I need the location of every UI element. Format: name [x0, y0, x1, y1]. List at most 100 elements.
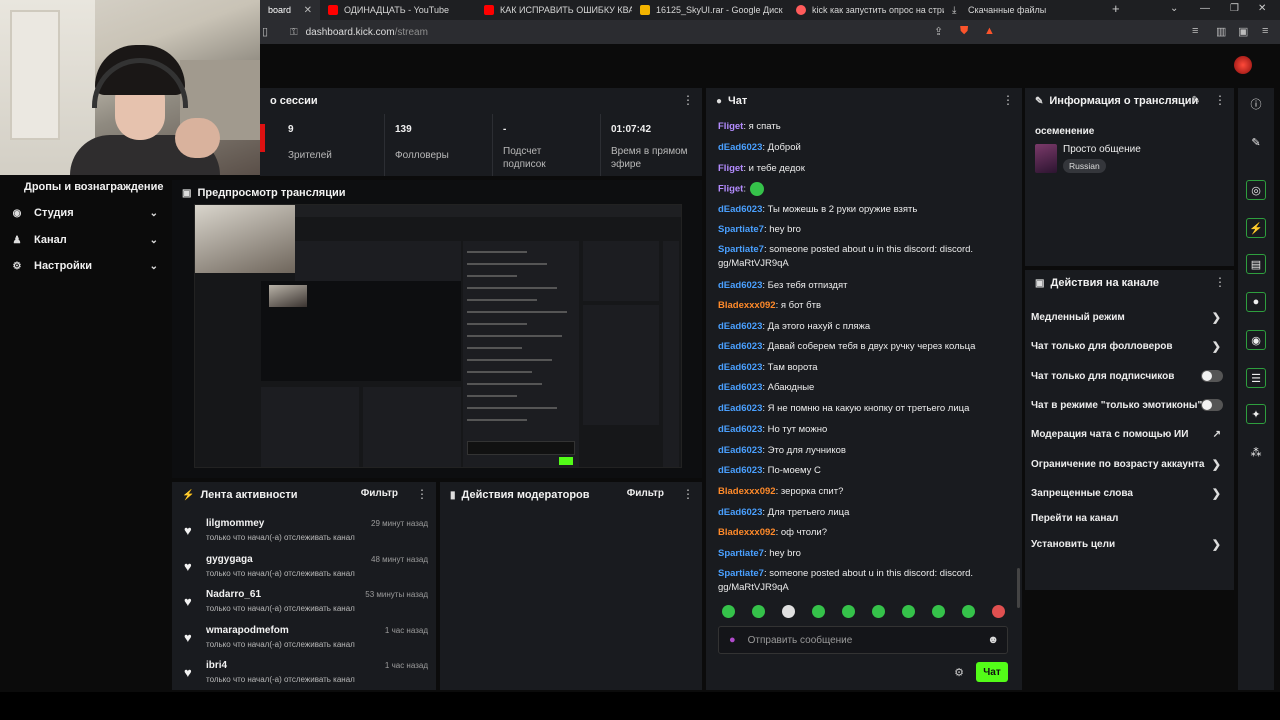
info-icon[interactable]: ⓘ	[1246, 94, 1266, 114]
sliders-icon[interactable]: ☰	[1246, 368, 1266, 388]
action-set-goals[interactable]: Установить цели ❯	[1031, 534, 1227, 554]
action-ai-moderation[interactable]: Модерация чата с помощью ИИ ↗	[1031, 424, 1227, 444]
nodes-icon[interactable]: ⁂	[1246, 442, 1266, 462]
restore-icon[interactable]: ❐	[1230, 3, 1239, 14]
more-options-icon[interactable]: ⋮	[1002, 94, 1014, 106]
chat-scrollbar[interactable]	[1017, 568, 1020, 608]
brave-rewards-icon[interactable]: ▲	[984, 25, 995, 37]
chat-username[interactable]: dEad6023	[718, 403, 762, 414]
lightning-icon[interactable]: ⚡	[1246, 218, 1266, 238]
tab-google-drive[interactable]: 16125_SkyUI.rar - Google Диск	[632, 0, 788, 20]
stream-preview-video[interactable]	[194, 204, 682, 468]
chat-input[interactable]: ● Отправить сообщение ☻	[718, 626, 1008, 654]
chat-username[interactable]: dEad6023	[718, 445, 762, 456]
more-options-icon[interactable]: ⋮	[416, 488, 428, 500]
tab-downloads[interactable]: ⤓ Скачанные файлы	[944, 0, 1100, 20]
chat-username[interactable]: Fliget	[718, 163, 743, 174]
minimize-icon[interactable]: —	[1200, 3, 1210, 14]
tab-youtube-2[interactable]: КАК ИСПРАВИТЬ ОШИБКУ КВАДРАТ	[476, 0, 632, 20]
more-options-icon[interactable]: ⋮	[682, 488, 694, 500]
chat-text: : hey bro	[763, 224, 801, 235]
emote-icon[interactable]	[722, 605, 735, 618]
chat-username[interactable]: dEad6023	[718, 507, 762, 518]
playlist-icon[interactable]: ≡	[1192, 25, 1198, 37]
emote-icon[interactable]	[872, 605, 885, 618]
new-tab-button[interactable]: +	[1112, 1, 1120, 16]
emotes-only-toggle[interactable]	[1201, 399, 1223, 411]
emote-icon[interactable]	[752, 605, 765, 618]
drops-rewards-link[interactable]: Дропы и вознаграждение	[24, 181, 163, 193]
subscribers-only-toggle[interactable]	[1201, 370, 1223, 382]
chat-icon[interactable]: ●	[1246, 292, 1266, 312]
chat-settings-icon[interactable]: ⚙	[954, 666, 964, 679]
edit-icon[interactable]: ✎	[1246, 132, 1266, 152]
broadcast-icon[interactable]: ◉	[1246, 330, 1266, 350]
emote-icon[interactable]	[842, 605, 855, 618]
emote-icon[interactable]	[932, 605, 945, 618]
menu-icon[interactable]: ≡	[1262, 25, 1268, 37]
brave-shield-icon[interactable]: ⛊	[960, 25, 968, 38]
tab-list-icon[interactable]: ⌄	[1170, 3, 1178, 14]
activity-filter-button[interactable]: Фильтр	[361, 488, 398, 499]
action-banned-words[interactable]: Запрещенные слова ❯	[1031, 483, 1227, 503]
emoji-picker-icon[interactable]: ☻	[987, 634, 999, 646]
mod-actions-filter-button[interactable]: Фильтр	[627, 488, 664, 499]
action-age-restriction[interactable]: Ограничение по возрасту аккаунта ❯	[1031, 454, 1227, 474]
edit-icon[interactable]: ✎	[1192, 95, 1200, 106]
document-icon[interactable]: ▤	[1246, 254, 1266, 274]
chat-username[interactable]: Fliget	[718, 184, 743, 195]
microphone-icon[interactable]: ●	[729, 634, 736, 646]
more-options-icon[interactable]: ⋮	[1214, 94, 1226, 106]
site-info-icon[interactable]: ⚿	[290, 27, 298, 38]
wrench-icon[interactable]: ✦	[1246, 404, 1266, 424]
camera-icon[interactable]: ◎	[1246, 180, 1266, 200]
share-icon[interactable]: ⇪	[934, 25, 943, 38]
chat-username[interactable]: dEad6023	[718, 362, 762, 373]
chat-username[interactable]: Bladexxx092	[718, 300, 776, 311]
sidebar-item-channel[interactable]: ♟ Канал ⌄	[0, 229, 168, 251]
chat-username[interactable]: dEad6023	[718, 382, 762, 393]
chat-username[interactable]: Spartiate7	[718, 244, 764, 255]
wallet-icon[interactable]: ▣	[1238, 25, 1248, 38]
chat-username[interactable]: dEad6023	[718, 280, 762, 291]
chat-username[interactable]: Bladexxx092	[718, 486, 776, 497]
emote-icon[interactable]	[962, 605, 975, 618]
action-go-to-channel[interactable]: Перейти на канал	[1031, 508, 1227, 528]
send-chat-button[interactable]: Чат	[976, 662, 1008, 682]
chat-username[interactable]: dEad6023	[718, 142, 762, 153]
more-options-icon[interactable]: ⋮	[682, 94, 694, 106]
chat-username[interactable]: Spartiate7	[718, 224, 764, 235]
chat-username[interactable]: dEad6023	[718, 424, 762, 435]
action-followers-only[interactable]: Чат только для фолловеров ❯	[1031, 336, 1227, 356]
chat-message: Spartiate7: hey bro	[718, 547, 1014, 561]
close-window-icon[interactable]: ✕	[1258, 3, 1266, 14]
tab-youtube-1[interactable]: ОДИНАДЦАТЬ - YouTube	[320, 0, 476, 20]
emote-icon[interactable]	[902, 605, 915, 618]
emote-icon[interactable]	[812, 605, 825, 618]
chat-username[interactable]: Spartiate7	[718, 548, 764, 559]
bookmark-icon[interactable]: ▯	[262, 25, 268, 38]
chat-text: : Без тебя отпиздят	[762, 280, 848, 291]
emote-icon[interactable]	[782, 605, 795, 618]
heart-icon: ♥	[184, 559, 192, 574]
sidebar-item-settings[interactable]: ⚙ Настройки ⌄	[0, 255, 168, 277]
chat-username[interactable]: Spartiate7	[718, 568, 764, 579]
user-avatar[interactable]	[1234, 56, 1252, 74]
chat-username[interactable]: dEad6023	[718, 204, 762, 215]
chat-username[interactable]: Bladexxx092	[718, 527, 776, 538]
chat-text: : Давай соберем тебя в двух ручку через …	[762, 341, 976, 352]
url-field[interactable]: ⚿ dashboard.kick.com/stream	[290, 23, 980, 41]
sidebar-item-studio[interactable]: ◉ Студия ⌄	[0, 202, 168, 224]
tab-search[interactable]: kick как запустить опрос на стриме	[788, 0, 944, 20]
emote-icon[interactable]	[992, 605, 1005, 618]
preview-line	[467, 335, 562, 337]
chat-username[interactable]: Fliget	[718, 121, 743, 132]
action-slow-mode[interactable]: Медленный режим ❯	[1031, 307, 1227, 327]
chat-username[interactable]: dEad6023	[718, 321, 762, 332]
sidebar-toggle-icon[interactable]: ▥	[1216, 25, 1226, 38]
tab-dashboard[interactable]: board ✕	[260, 0, 320, 20]
more-options-icon[interactable]: ⋮	[1214, 276, 1226, 288]
chat-username[interactable]: dEad6023	[718, 341, 762, 352]
close-tab-icon[interactable]: ✕	[304, 5, 312, 16]
chat-username[interactable]: dEad6023	[718, 465, 762, 476]
